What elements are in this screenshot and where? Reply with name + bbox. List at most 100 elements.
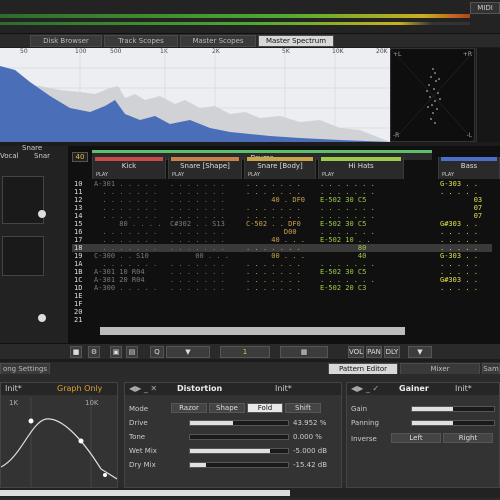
dly-column-toggle[interactable]: DLY: [384, 346, 400, 358]
preset-selector[interactable]: Init*: [455, 383, 472, 395]
pan-column-toggle[interactable]: PAN: [366, 346, 382, 358]
play-button[interactable]: PLAY: [442, 172, 454, 178]
hihat-pattern-column[interactable]: . . . . . . . . . . . . . . E-502 30 C5 …: [320, 180, 404, 340]
tone-value[interactable]: 0.000 %: [293, 433, 322, 441]
pattern-number[interactable]: 40: [72, 152, 88, 162]
track-header-snare-body[interactable]: Snare [Body] PLAY: [244, 157, 316, 179]
stereo-scope: +L +R -R -L: [390, 48, 476, 143]
track-label-snar: Snar: [34, 152, 51, 160]
fx-column-toggle[interactable]: ▼: [408, 346, 432, 358]
tab-track-scopes[interactable]: Track Scopes: [104, 35, 178, 47]
track-name: Kick: [121, 162, 137, 170]
panning-slider[interactable]: [411, 420, 495, 426]
track-meter-grid: [2, 236, 44, 276]
preset-selector[interactable]: Init*: [275, 383, 292, 395]
preset-selector[interactable]: Init*: [5, 384, 22, 393]
track-name: Snare [Shape]: [180, 162, 230, 170]
settings-icon[interactable]: ⚙: [88, 346, 100, 358]
right-meter-strip: [476, 48, 500, 142]
kick-pattern-column[interactable]: A-301 . . . . . . . . . . . . . . . . . …: [94, 180, 166, 340]
tab-master-spectrum[interactable]: Master Spectrum: [258, 35, 334, 47]
play-button[interactable]: PLAY: [96, 172, 108, 178]
distortion-header: ◀▶ _ ✕ Distortion Init*: [125, 383, 341, 395]
octave-label[interactable]: Q: [150, 346, 164, 358]
mode-razor[interactable]: Razor: [171, 403, 207, 413]
dry-mix-slider[interactable]: [189, 462, 289, 468]
tone-label: Tone: [129, 433, 146, 441]
close-icon[interactable]: [38, 210, 46, 218]
keyboard-icon[interactable]: ▦: [280, 346, 328, 358]
track-color-bar: [95, 157, 163, 161]
track-color-bar: [441, 157, 497, 161]
snare-body-pattern-column[interactable]: . . . . . . . . . . . . . . 40 . DF0 . .…: [246, 180, 316, 340]
wet-mix-slider[interactable]: [189, 448, 289, 454]
eq-graph[interactable]: [1, 397, 117, 487]
track-color-bar: [171, 157, 239, 161]
dry-mix-value[interactable]: -15.42 dB: [293, 461, 327, 469]
mode-shape[interactable]: Shape: [209, 403, 245, 413]
drive-slider[interactable]: [189, 420, 289, 426]
vol-column-toggle[interactable]: VOL: [348, 346, 364, 358]
horizontal-scrollbar[interactable]: [100, 327, 405, 335]
save-icon[interactable]: ▣: [110, 346, 122, 358]
play-button[interactable]: PLAY: [322, 172, 334, 178]
track-label-snare: Snare: [22, 144, 43, 152]
track-header-snare-shape[interactable]: Snare [Shape] PLAY: [168, 157, 242, 179]
eq-device: Init* Graph Only 1K 10K: [0, 382, 118, 488]
panning-label: Panning: [351, 419, 379, 427]
wet-mix-label: Wet Mix: [129, 447, 157, 455]
octave-selector[interactable]: ▼: [166, 346, 210, 358]
play-button[interactable]: PLAY: [172, 172, 184, 178]
gain-slider[interactable]: [411, 406, 495, 412]
left-mixer-strips: Vocal Snare Snar: [0, 144, 68, 356]
eq-freq-label: 1K: [9, 399, 19, 407]
drive-value[interactable]: 43.952 %: [293, 419, 326, 427]
device-buttons[interactable]: ◀▶ _ ✕: [129, 383, 157, 395]
pattern-toolbar: ■ ⚙ ▣ ▤ Q ▼ 1 ▦ VOL PAN DLY ▼: [0, 343, 500, 359]
mode-fold[interactable]: Fold: [247, 403, 283, 413]
master-level-meter-right: [0, 22, 470, 25]
track-name: Bass: [460, 162, 478, 170]
eq-mode-selector[interactable]: Graph Only: [57, 383, 102, 395]
scope-dots: [391, 49, 476, 143]
dsp-chain: Init* Graph Only 1K 10K ◀▶ _ ✕ Distortio…: [0, 374, 500, 500]
spectrum-analyzer: 50 100 500 1K 2K 5K 10K 20K: [0, 48, 390, 142]
inverse-label: Inverse: [351, 435, 377, 443]
gainer-header: ◀▶ _ ✓ Gainer Init*: [347, 383, 499, 395]
upper-view-tabs: Disk Browser Track Scopes Master Scopes …: [0, 34, 500, 47]
master-level-meter: [0, 14, 470, 18]
inverse-left[interactable]: Left: [391, 433, 441, 443]
track-header-bass[interactable]: Bass PLAY: [438, 157, 500, 179]
mode-label: Mode: [129, 405, 149, 413]
dsp-scrollbar[interactable]: [0, 488, 500, 498]
gain-label: Gain: [351, 405, 368, 413]
dsp-scrollbar-thumb[interactable]: [0, 490, 290, 496]
track-header-kick[interactable]: Kick PLAY: [92, 157, 166, 179]
mode-shift[interactable]: Shift: [285, 403, 321, 413]
device-buttons[interactable]: ◀▶ _ ✓: [351, 383, 379, 395]
inverse-right[interactable]: Right: [443, 433, 493, 443]
top-meter-bar: MIDI: [0, 0, 500, 34]
midi-indicator[interactable]: MIDI: [470, 2, 500, 14]
eq-freq-label: 10K: [85, 399, 99, 407]
tab-disk-browser[interactable]: Disk Browser: [30, 35, 102, 47]
pattern-list-icon[interactable]: ■: [70, 346, 82, 358]
track-label-vocal: Vocal: [0, 152, 19, 160]
snare-shape-pattern-column[interactable]: . . . . . . . . . . . . . . . . . . . . …: [170, 180, 242, 340]
tab-master-scopes[interactable]: Master Scopes: [180, 35, 256, 47]
tone-slider[interactable]: [189, 434, 289, 440]
play-button[interactable]: PLAY: [248, 172, 260, 178]
distortion-device: ◀▶ _ ✕ Distortion Init* Mode Razor Shape…: [124, 382, 342, 488]
gainer-device: ◀▶ _ ✓ Gainer Init* Gain Panning Inverse…: [346, 382, 500, 488]
bass-pattern-column[interactable]: G-303 . . . . . . . 03 07 07 G#303 . . .…: [440, 180, 498, 340]
device-title: Gainer: [399, 384, 429, 393]
wet-mix-value[interactable]: -5.000 dB: [293, 447, 327, 455]
step-selector[interactable]: 1: [220, 346, 270, 358]
spectrum-graph: [0, 48, 390, 142]
track-name: Snare [Body]: [257, 162, 303, 170]
track-color-bar: [247, 157, 313, 161]
copy-icon[interactable]: ▤: [126, 346, 138, 358]
close-icon[interactable]: [38, 314, 46, 322]
line-number-column: 10 11 12 13 14 15 16 17 18 19 1A 1B 1C 1…: [74, 180, 83, 324]
track-header-hihats[interactable]: Hi Hats PLAY: [318, 157, 404, 179]
